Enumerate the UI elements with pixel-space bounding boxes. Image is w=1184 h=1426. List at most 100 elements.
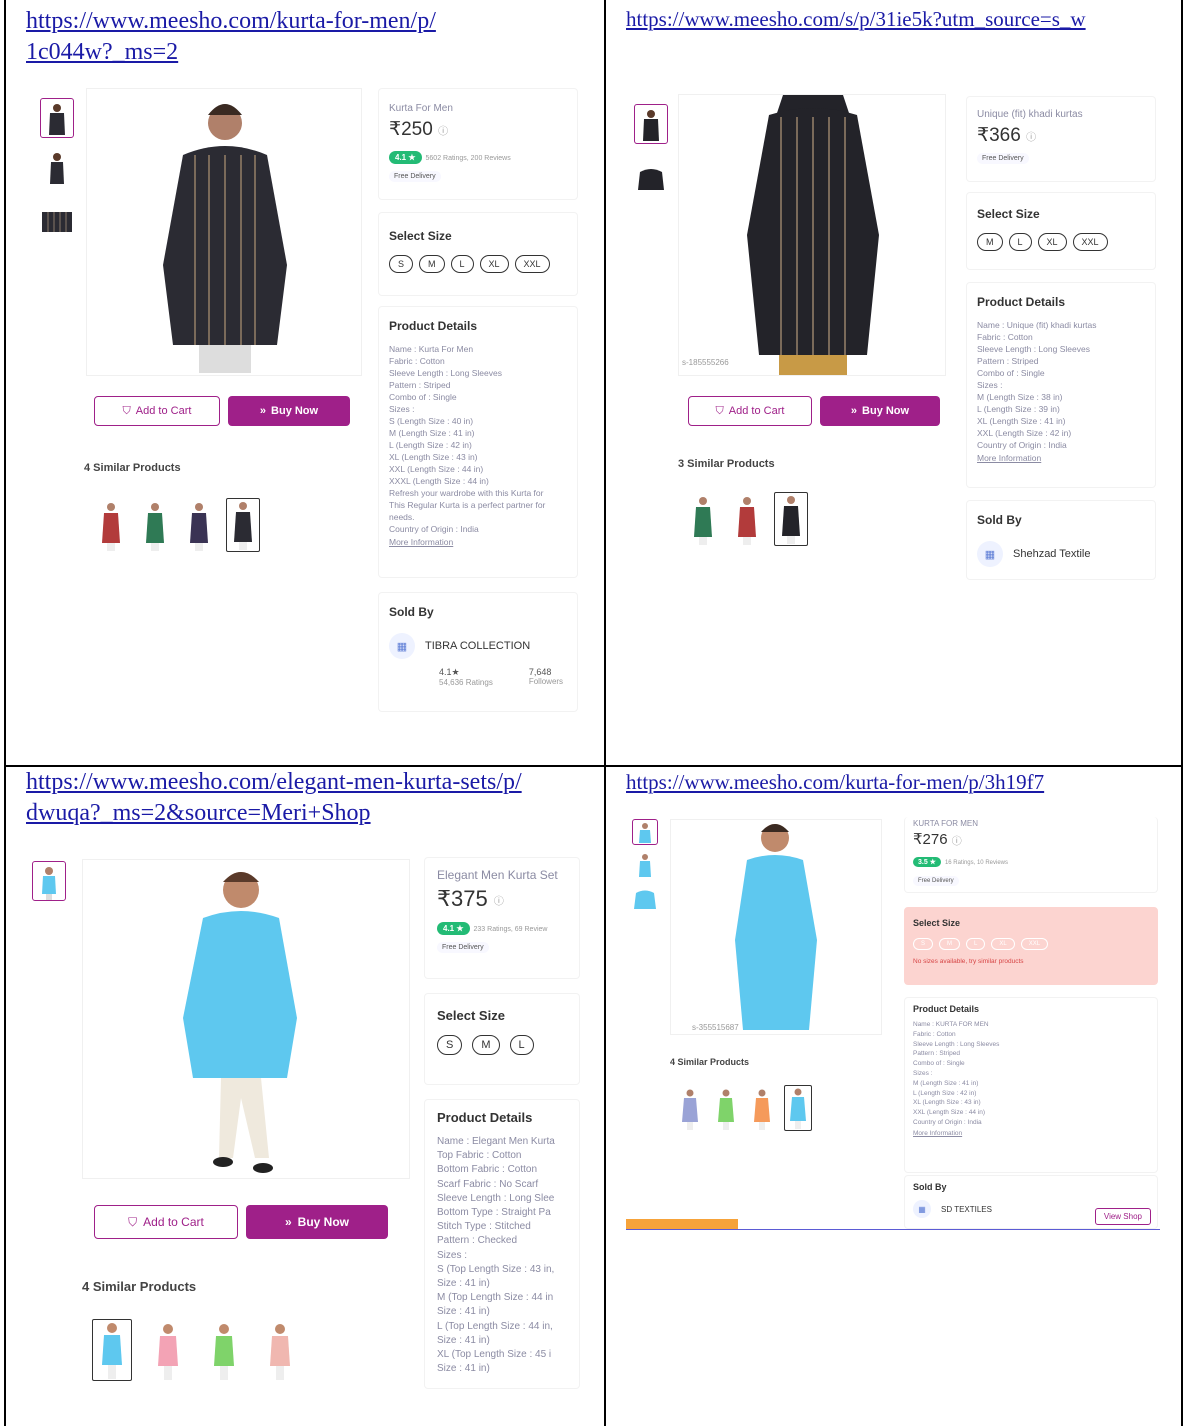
seller-name[interactable]: TIBRA COLLECTION xyxy=(425,640,530,652)
cart-icon: ⛉ xyxy=(128,1214,138,1229)
thumbnail-list xyxy=(32,861,66,901)
grid-right-border xyxy=(1181,0,1183,1426)
product-price: ₹366 ⓘ xyxy=(977,125,1037,146)
thumbnail[interactable] xyxy=(32,861,66,901)
product-details-text: Name : Kurta For Men Fabric : Cotton Sle… xyxy=(389,344,546,534)
similar-product[interactable] xyxy=(730,492,764,546)
free-delivery-badge: Free Delivery xyxy=(437,942,489,953)
more-information-link[interactable]: More Information xyxy=(913,1130,1149,1137)
thumbnail[interactable] xyxy=(632,883,658,909)
thumbnail[interactable] xyxy=(632,849,658,879)
similar-product[interactable] xyxy=(92,1319,132,1381)
product-url-link[interactable]: https://www.meesho.com/kurta-for-men/p/1… xyxy=(26,6,446,68)
similar-product[interactable] xyxy=(748,1085,776,1131)
rating-text: 233 Ratings, 69 Review xyxy=(473,926,548,933)
similar-product[interactable] xyxy=(676,1085,704,1131)
cart-icon: ⛉ xyxy=(715,404,724,417)
no-sizes-message: No sizes available, try similar products xyxy=(913,958,1024,965)
buy-now-button[interactable]: » Buy Now xyxy=(228,396,350,426)
size-option[interactable]: S xyxy=(389,255,414,273)
sold-by-heading: Sold By xyxy=(389,605,434,619)
size-option[interactable]: XXL xyxy=(1072,233,1108,251)
similar-product[interactable] xyxy=(94,498,128,552)
add-to-cart-label: Add to Cart xyxy=(728,405,785,417)
thumbnail[interactable] xyxy=(634,152,668,192)
add-to-cart-button[interactable]: ⛉ Add to Cart xyxy=(94,1205,238,1239)
sold-by-card: Sold By ▦ SD TEXTILES View Shop xyxy=(904,1175,1158,1229)
size-option[interactable]: M xyxy=(419,255,445,273)
view-shop-button[interactable]: View Shop xyxy=(1094,1208,1151,1225)
cell-1: https://www.meesho.com/kurta-for-men/p/1… xyxy=(6,0,604,765)
similar-product[interactable] xyxy=(712,1085,740,1131)
thumbnail-list xyxy=(632,819,658,909)
product-url-link[interactable]: https://www.meesho.com/kurta-for-men/p/3… xyxy=(626,767,1166,798)
add-to-cart-button[interactable]: ⛉ Add to Cart xyxy=(94,396,220,426)
buy-now-button[interactable]: » Buy Now xyxy=(246,1205,388,1239)
product-details-text: Name : KURTA FOR MEN Fabric : Cotton Sle… xyxy=(913,1021,1000,1126)
size-option[interactable]: XL xyxy=(1037,233,1067,251)
info-icon: ⓘ xyxy=(951,836,962,848)
shop-icon: ▦ xyxy=(977,541,1003,567)
action-buttons: ⛉ Add to Cart » Buy Now xyxy=(688,396,940,426)
add-to-cart-button[interactable]: ⛉ Add to Cart xyxy=(688,396,812,426)
size-option[interactable]: L xyxy=(450,255,474,273)
size-option: XXL xyxy=(1020,938,1049,950)
product-url-link[interactable]: https://www.meesho.com/elegant-men-kurta… xyxy=(26,767,526,829)
sold-by-heading: Sold By xyxy=(977,513,1022,527)
cell-3: https://www.meesho.com/elegant-men-kurta… xyxy=(6,767,604,1426)
product-details-text: Name : Unique (fit) khadi kurtas Fabric … xyxy=(977,320,1097,450)
select-size-heading: Select Size xyxy=(437,1008,505,1023)
size-option[interactable]: M xyxy=(977,233,1003,251)
thumbnail[interactable] xyxy=(632,819,658,845)
thumbnail[interactable] xyxy=(634,104,668,144)
product-details-card: Product Details Name : KURTA FOR MEN Fab… xyxy=(904,997,1158,1173)
more-information-link[interactable]: More Information xyxy=(389,537,567,547)
product-url-link[interactable]: https://www.meesho.com/s/p/31ie5k?utm_so… xyxy=(626,4,1166,35)
size-option[interactable]: L xyxy=(509,1035,534,1055)
seller-name[interactable]: Shehzad Textile xyxy=(1013,548,1090,560)
thumbnail-list xyxy=(40,98,74,234)
more-information-link[interactable]: More Information xyxy=(977,453,1145,463)
chevrons-right-icon: » xyxy=(850,405,858,417)
price-card: KURTA FOR MEN ₹276 ⓘ 3.5 ★ 16 Ratings, 10… xyxy=(904,817,1158,893)
product-image xyxy=(86,88,362,376)
size-options: S M L xyxy=(437,1035,567,1055)
similar-product[interactable] xyxy=(182,498,216,552)
cell-4: https://www.meesho.com/kurta-for-men/p/3… xyxy=(606,767,1181,1426)
similar-product[interactable] xyxy=(226,498,260,552)
similar-product[interactable] xyxy=(148,1319,188,1381)
size-option: S xyxy=(913,938,934,950)
size-card: Select Size S M L XL XXL xyxy=(378,212,578,296)
size-option[interactable]: M xyxy=(472,1035,500,1055)
size-option[interactable]: L xyxy=(1008,233,1032,251)
size-option[interactable]: S xyxy=(437,1035,463,1055)
similar-product[interactable] xyxy=(784,1085,812,1131)
info-icon: ⓘ xyxy=(1026,132,1037,144)
cell-2: https://www.meesho.com/s/p/31ie5k?utm_so… xyxy=(606,0,1181,765)
size-option: L xyxy=(966,938,986,950)
cart-icon: ⛉ xyxy=(122,404,131,417)
action-buttons: ⛉ Add to Cart » Buy Now xyxy=(94,1205,388,1239)
product-title: KURTA FOR MEN xyxy=(913,819,979,828)
thumbnail[interactable] xyxy=(40,98,74,138)
buy-now-label: Buy Now xyxy=(297,1215,350,1229)
similar-product[interactable] xyxy=(204,1319,244,1381)
similar-product[interactable] xyxy=(138,498,172,552)
similar-product[interactable] xyxy=(260,1319,300,1381)
thumbnail[interactable] xyxy=(40,194,74,234)
rating-badge: 4.1 ★ xyxy=(389,151,422,164)
product-title: Unique (fit) khadi kurtas xyxy=(977,109,1083,120)
size-option[interactable]: XXL xyxy=(514,255,550,273)
similar-product[interactable] xyxy=(774,492,808,546)
product-image xyxy=(670,819,882,1035)
seller-name[interactable]: SD TEXTILES xyxy=(941,1205,992,1214)
thumbnail[interactable] xyxy=(40,146,74,186)
product-image xyxy=(82,859,410,1179)
similar-product[interactable] xyxy=(686,492,720,546)
size-option[interactable]: XL xyxy=(479,255,509,273)
rating-text: 16 Ratings, 10 Reviews xyxy=(944,860,1008,866)
chevrons-right-icon: » xyxy=(284,1215,292,1229)
buy-now-button[interactable]: » Buy Now xyxy=(820,396,940,426)
product-details-heading: Product Details xyxy=(913,1004,980,1014)
sold-by-card: Sold By ▦ Shehzad Textile xyxy=(966,500,1156,580)
